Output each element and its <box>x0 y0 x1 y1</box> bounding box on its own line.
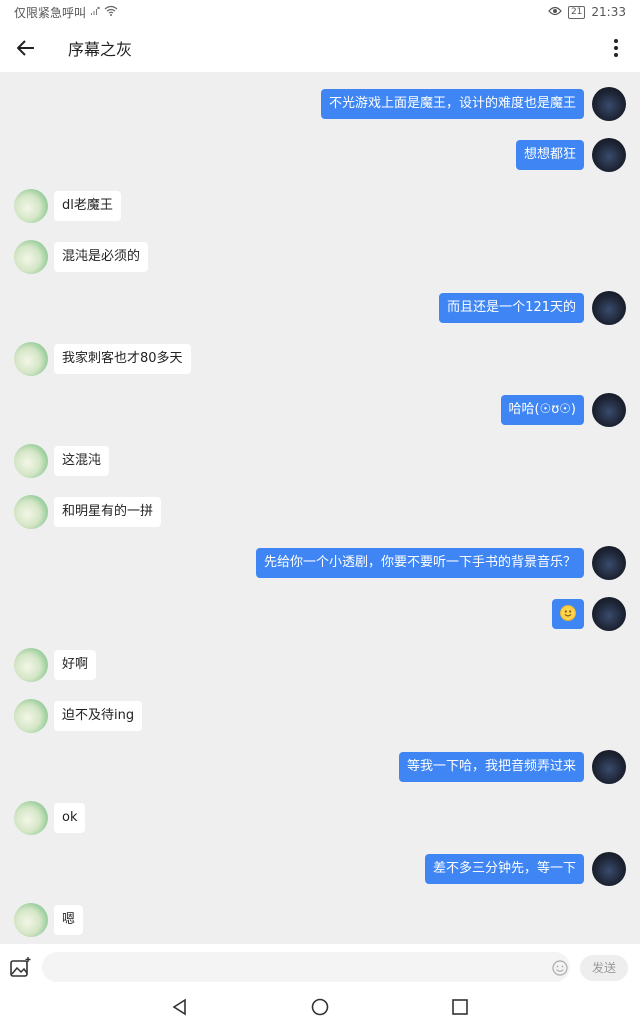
chat-title: 序幕之灰 <box>68 40 133 59</box>
incoming-message: ok <box>0 801 640 835</box>
incoming-message: 我家刺客也才80多天 <box>0 342 640 376</box>
image-picker-button[interactable] <box>10 956 32 978</box>
message-bubble[interactable]: 嗯 <box>54 905 84 935</box>
contact-avatar[interactable] <box>14 342 48 376</box>
outgoing-message: 哈哈(☉ʊ☉) <box>0 393 640 427</box>
back-button[interactable] <box>14 36 38 60</box>
clock: 21:33 <box>591 5 626 19</box>
triangle-back-icon <box>172 998 186 1016</box>
battery-indicator: 21 <box>567 5 586 19</box>
outgoing-message: 先给你一个小透剧，你要不要听一下手书的背景音乐？ <box>0 546 640 580</box>
arrow-left-icon <box>17 40 34 56</box>
message-bubble[interactable]: 和明星有的一拼 <box>54 497 162 527</box>
message-bubble[interactable]: 先给你一个小透剧，你要不要听一下手书的背景音乐？ <box>255 548 584 578</box>
incoming-message: 混沌是必须的 <box>0 240 640 274</box>
message-bubble[interactable]: 混沌是必须的 <box>54 242 149 272</box>
message-bubble[interactable]: ok <box>54 803 86 833</box>
message-bubble[interactable]: 我家刺客也才80多天 <box>54 344 191 374</box>
status-right: 21 21:33 <box>548 5 626 19</box>
outgoing-message: 而且还是一个121天的 <box>0 291 640 325</box>
more-vertical-icon <box>614 39 618 57</box>
outgoing-message: 等我一下哈，我把音频弄过来 <box>0 750 640 784</box>
chat-header: 序幕之灰 <box>0 24 640 72</box>
message-bubble[interactable]: 好啊 <box>54 650 97 680</box>
signal-icon <box>90 5 100 19</box>
nav-home-button[interactable] <box>311 998 329 1016</box>
incoming-message: 嗯 <box>0 903 640 937</box>
system-nav-bar <box>0 990 640 1024</box>
emoji-button[interactable] <box>552 960 568 976</box>
contact-avatar[interactable] <box>14 189 48 223</box>
message-bubble[interactable]: 想想都狂 <box>515 140 584 170</box>
contact-avatar[interactable] <box>14 699 48 733</box>
my-avatar[interactable] <box>592 138 626 172</box>
smile-icon <box>552 960 568 976</box>
send-button[interactable]: 发送 <box>580 955 628 981</box>
contact-avatar[interactable] <box>14 903 48 937</box>
contact-avatar[interactable] <box>14 495 48 529</box>
my-avatar[interactable] <box>592 291 626 325</box>
square-recents-icon <box>452 999 468 1015</box>
status-bar: 仅限紧急呼叫 21 21:33 <box>0 0 640 24</box>
more-button[interactable] <box>606 36 626 60</box>
incoming-message: dl老魔王 <box>0 189 640 223</box>
my-avatar[interactable] <box>592 852 626 886</box>
my-avatar[interactable] <box>592 87 626 121</box>
nav-recents-button[interactable] <box>451 998 469 1016</box>
incoming-message: 和明星有的一拼 <box>0 495 640 529</box>
message-bubble[interactable]: 差不多三分钟先，等一下 <box>424 854 584 884</box>
carrier-text: 仅限紧急呼叫 <box>14 5 87 20</box>
outgoing-message <box>0 597 640 631</box>
message-input[interactable] <box>42 952 570 982</box>
contact-avatar[interactable] <box>14 801 48 835</box>
incoming-message: 好啊 <box>0 648 640 682</box>
message-bubble[interactable]: 这混沌 <box>54 446 110 476</box>
incoming-message: 迫不及待ing <box>0 699 640 733</box>
message-bubble[interactable]: 哈哈(☉ʊ☉) <box>500 395 584 425</box>
eye-icon <box>548 5 562 19</box>
message-bubble[interactable]: 迫不及待ing <box>54 701 143 731</box>
message-bubble[interactable]: dl老魔王 <box>54 191 121 221</box>
my-avatar[interactable] <box>592 393 626 427</box>
outgoing-message: 不光游戏上面是魔王，设计的难度也是魔王 <box>0 87 640 121</box>
my-avatar[interactable] <box>592 597 626 631</box>
status-left: 仅限紧急呼叫 <box>14 4 118 21</box>
outgoing-message: 差不多三分钟先，等一下 <box>0 852 640 886</box>
message-list[interactable]: 不光游戏上面是魔王，设计的难度也是魔王想想都狂 dl老魔王混沌是必须的而且还是一个… <box>0 72 640 944</box>
message-bubble[interactable] <box>552 599 584 629</box>
outgoing-message: 想想都狂 <box>0 138 640 172</box>
contact-avatar[interactable] <box>14 444 48 478</box>
input-bar: 发送 <box>0 944 640 990</box>
message-bubble[interactable]: 等我一下哈，我把音频弄过来 <box>398 752 584 782</box>
image-icon <box>10 957 31 977</box>
message-bubble[interactable]: 而且还是一个121天的 <box>439 293 584 323</box>
contact-avatar[interactable] <box>14 648 48 682</box>
nav-back-button[interactable] <box>171 998 189 1016</box>
my-avatar[interactable] <box>592 546 626 580</box>
message-bubble[interactable]: 不光游戏上面是魔王，设计的难度也是魔王 <box>320 89 584 119</box>
wifi-icon <box>104 5 118 19</box>
my-avatar[interactable] <box>592 750 626 784</box>
circle-home-icon <box>311 998 329 1016</box>
incoming-message: 这混沌 <box>0 444 640 478</box>
contact-avatar[interactable] <box>14 240 48 274</box>
smile-emoji-icon <box>560 604 576 621</box>
